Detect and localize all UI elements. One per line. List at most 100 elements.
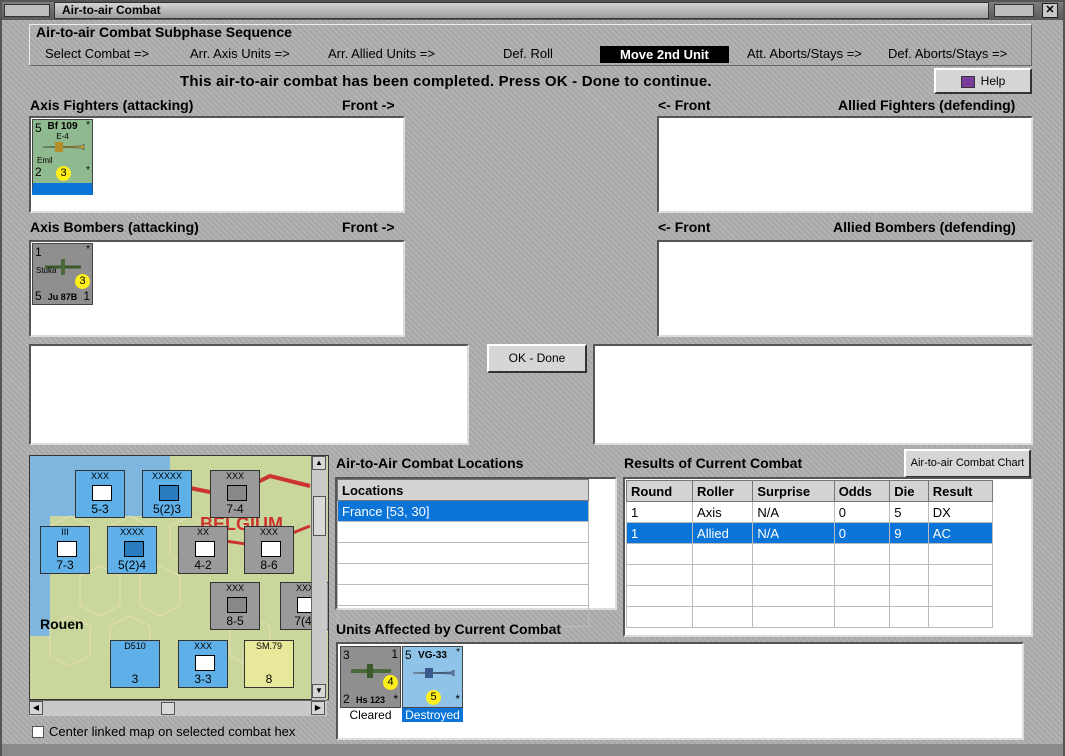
vg33-status: Destroyed [402,708,463,722]
map-unit-type: III [61,527,69,537]
map-scroll-right-icon[interactable]: ▶ [311,701,325,715]
map-unit-type: XXX [225,471,244,481]
locations-title: Air-to-Air Combat Locations [336,455,524,471]
results-cell [692,564,754,586]
axis-fighters-label: Axis Fighters (attacking) [30,97,194,113]
sequence-step-att-aborts: Att. Aborts/Stays => [747,46,862,61]
map-unit-value: 3-3 [194,672,212,686]
map-unit[interactable]: SM.79 8 [244,640,294,688]
sequence-step-move-2nd-unit: Move 2nd Unit [600,46,729,63]
allied-bombers-label: Allied Bombers (defending) [833,219,1016,235]
results-cell: 0 [833,501,891,523]
ok-done-button[interactable]: OK - Done [487,344,587,373]
location-row[interactable] [337,521,589,543]
title-bar-left-cap [4,4,50,17]
results-cell [752,543,835,565]
map-unit-symbol [124,541,144,557]
allied-fighters-panel [657,116,1033,213]
title-bar[interactable]: Air-to-air Combat ✕ [2,2,1063,20]
results-cell [692,543,754,565]
linked-map[interactable]: BELGIUM Rouen XXX 5-3 XXXXX 5(2)3 XXX 7-4 I… [29,455,329,700]
map-scroll-down-icon[interactable]: ▼ [312,684,326,698]
map-horizontal-thumb[interactable] [161,702,175,715]
axis-bombers-front-label: Front -> [342,219,395,235]
vg33-star-bottom: * [455,692,460,706]
vg33-counter[interactable]: 5 VG-33 * 5 * [402,646,463,708]
map-unit[interactable]: XXX 8-5 [210,582,260,630]
ju87-move-value: 1 [83,289,90,303]
window-title: Air-to-air Combat [62,3,161,17]
ju87-counter[interactable]: 1 * Stuka 3 5 Ju 87B 1 [32,243,93,305]
results-row-selected[interactable]: 1 Allied N/A 0 9 AC [625,522,994,544]
map-unit[interactable]: D510 3 [110,640,160,688]
results-row[interactable] [625,585,994,607]
map-unit-type: XXXX [119,527,144,537]
hs123-status: Cleared [349,708,392,722]
map-unit-type: XXX [225,583,244,593]
results-cell: AC [927,522,994,544]
hs123-range-badge: 4 [383,675,398,690]
map-unit[interactable]: XX 4-2 [178,526,228,574]
results-cell [692,606,754,628]
map-unit[interactable]: XXX 7-4 [210,470,260,518]
vg33-name: VG-33 [418,650,447,661]
map-unit-value: 5(2)3 [152,502,181,516]
bf109-name: Bf 109 [47,121,78,132]
ju87-star: * [86,244,90,255]
results-cell [889,585,929,607]
location-cell: France [53, 30] [337,500,589,522]
bf109-plane-icon [42,142,85,152]
map-unit[interactable]: XXX 3-3 [178,640,228,688]
results-cell [625,543,694,565]
map-vertical-scrollbar[interactable]: ▲ ▼ [311,456,327,700]
map-unit-value: 7-3 [56,558,74,572]
axis-bombers-panel: 1 * Stuka 3 5 Ju 87B 1 [29,240,405,337]
results-cell [752,606,835,628]
results-row[interactable] [625,564,994,586]
sequence-step-def-roll: Def. Roll [503,46,553,61]
results-cell [889,564,929,586]
results-cell [927,585,994,607]
allied-fighters-label: Allied Fighters (defending) [838,97,1016,113]
location-cell [337,584,589,606]
results-row[interactable] [625,606,994,628]
results-cell [927,564,994,586]
results-cell [752,585,835,607]
map-horizontal-scrollbar[interactable]: ◀ ▶ [29,700,327,716]
map-unit[interactable]: XXX 8-6 [244,526,294,574]
map-unit-symbol [261,541,281,557]
results-row[interactable] [625,543,994,565]
bf109-range-badge: 3 [56,166,71,181]
center-map-checkbox[interactable] [32,726,44,738]
location-row[interactable] [337,584,589,606]
map-vertical-thumb[interactable] [313,496,326,536]
map-unit-symbol [195,541,215,557]
results-cell [625,606,694,628]
results-cell: Axis [692,501,754,523]
location-row[interactable] [337,563,589,585]
location-row[interactable] [337,542,589,564]
map-unit[interactable]: XXX 5-3 [75,470,125,518]
close-button[interactable]: ✕ [1042,3,1058,18]
results-header-surprise: Surprise [752,480,835,502]
results-cell: 9 [889,522,929,544]
map-unit[interactable]: XXXX 5(2)4 [107,526,157,574]
help-button[interactable]: Help [934,68,1032,94]
bf109-variant: E-4 [56,132,69,141]
map-unit-symbol [227,597,247,613]
combat-chart-button[interactable]: Air-to-air Combat Chart [904,449,1031,478]
vg33-star: * [456,647,460,658]
map-unit-value: 4-2 [194,558,212,572]
map-unit[interactable]: III 7-3 [40,526,90,574]
hs123-top-right-value: 1 [391,647,398,661]
location-row-selected[interactable]: France [53, 30] [337,500,589,522]
results-row[interactable]: 1 Axis N/A 0 5 DX [625,501,994,523]
results-cell [833,564,891,586]
bf109-star: * [86,120,90,131]
map-unit[interactable]: XXXXX 5(2)3 [142,470,192,518]
map-scroll-up-icon[interactable]: ▲ [312,456,326,470]
results-cell: N/A [752,501,835,523]
hs123-counter[interactable]: 3 1 4 2 Hs 123 * [340,646,401,708]
map-scroll-left-icon[interactable]: ◀ [29,701,43,715]
bf109-counter[interactable]: 5 Bf 109 E-4 * Emil 2 3 * [32,119,93,195]
